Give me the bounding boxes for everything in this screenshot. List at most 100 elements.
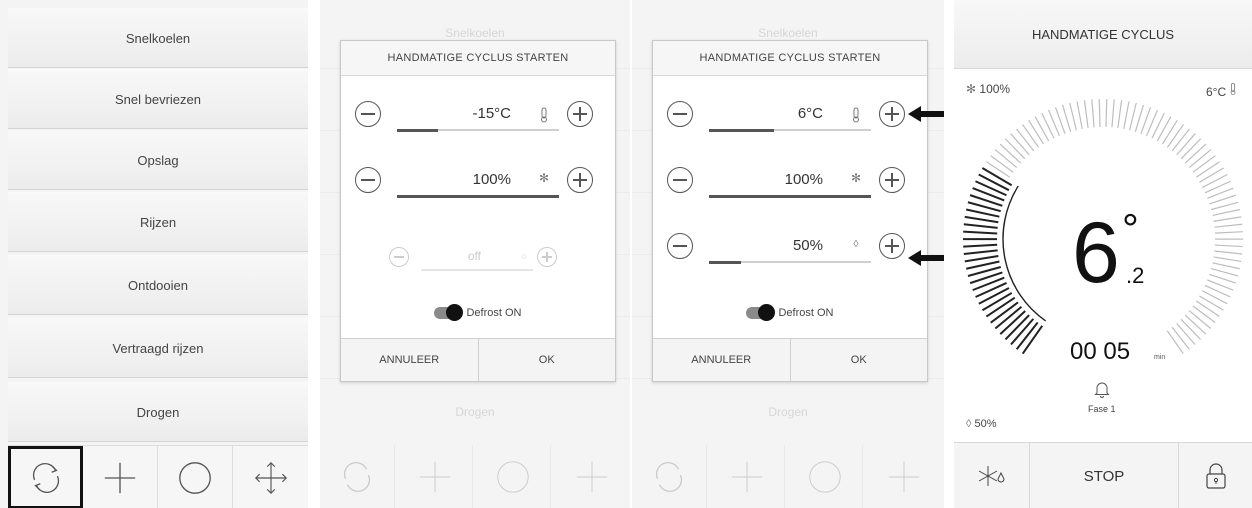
gauge-tick bbox=[1176, 133, 1196, 156]
plus-button[interactable] bbox=[83, 446, 158, 508]
increase-temperature-button[interactable] bbox=[567, 101, 593, 127]
gauge-tick bbox=[975, 180, 1007, 197]
minus-icon bbox=[673, 113, 687, 115]
cancel-button[interactable]: ANNULEER bbox=[653, 339, 790, 381]
gauge-tick bbox=[1166, 124, 1185, 148]
circle-icon bbox=[179, 461, 211, 494]
fan-value: 100% bbox=[472, 171, 511, 188]
temperature-slider[interactable] bbox=[397, 128, 559, 132]
gauge-tick bbox=[985, 161, 1010, 178]
gauge-tick bbox=[1210, 268, 1239, 277]
defrost-toggle[interactable] bbox=[434, 304, 464, 321]
gauge-tick bbox=[1195, 300, 1220, 318]
gauge-tick bbox=[1171, 128, 1190, 152]
gauge-tick bbox=[1214, 244, 1243, 248]
gauge-tick bbox=[1192, 155, 1216, 173]
defrost-toggle-row[interactable]: Defrost ON bbox=[341, 303, 615, 323]
gauge-tick bbox=[963, 223, 998, 229]
page-title: HANDMATIGE CYCLUS bbox=[954, 0, 1252, 69]
move-button[interactable] bbox=[233, 446, 308, 508]
pointer-arrow-icon bbox=[908, 250, 944, 266]
gauge-tick bbox=[1041, 112, 1055, 139]
ok-button[interactable]: OK bbox=[477, 339, 616, 381]
menu-item-rijzen[interactable]: Rijzen bbox=[8, 192, 308, 252]
bg-menu-item: Drogen bbox=[768, 405, 808, 419]
gauge-tick bbox=[963, 249, 998, 256]
gauge-tick bbox=[1188, 310, 1212, 329]
gauge-tick bbox=[965, 260, 1000, 270]
decrease-fan-button[interactable] bbox=[667, 167, 693, 193]
circle-icon bbox=[809, 460, 841, 493]
gauge-tick bbox=[1161, 120, 1178, 145]
temperature-level bbox=[397, 128, 438, 132]
bg-menu-item: Drogen bbox=[455, 405, 495, 419]
humidity-slider[interactable] bbox=[709, 260, 871, 264]
defrost-toggle[interactable] bbox=[746, 304, 776, 321]
bell-icon bbox=[1094, 382, 1110, 398]
plus-icon bbox=[104, 462, 136, 493]
fan-slider[interactable] bbox=[397, 194, 559, 198]
cancel-button[interactable]: ANNULEER bbox=[341, 339, 478, 381]
gauge-tick bbox=[1021, 124, 1040, 148]
menu-item-ontdooien[interactable]: Ontdooien bbox=[8, 255, 308, 315]
decrease-temperature-button[interactable] bbox=[355, 101, 381, 127]
gauge-tick bbox=[1105, 99, 1108, 128]
gauge-tick bbox=[1180, 318, 1201, 340]
defrost-label: Defrost ON bbox=[778, 307, 834, 319]
degree-symbol: ° bbox=[1122, 205, 1139, 252]
defrost-button[interactable] bbox=[954, 443, 1030, 508]
defrost-label: Defrost ON bbox=[466, 307, 522, 319]
circle-button[interactable] bbox=[158, 446, 233, 508]
gauge-tick bbox=[1016, 128, 1035, 152]
minus-icon bbox=[673, 245, 687, 247]
gauge-tick bbox=[1210, 201, 1239, 211]
gauge-tick bbox=[1117, 100, 1123, 129]
humidity-row: 50% ◊ bbox=[653, 227, 927, 277]
temperature-value: -15°C bbox=[472, 105, 511, 122]
increase-fan-button[interactable] bbox=[879, 167, 905, 193]
humidity-row: off ○ bbox=[341, 239, 615, 289]
defrost-toggle-row[interactable]: Defrost ON bbox=[653, 303, 927, 323]
gauge-tick bbox=[1184, 143, 1207, 164]
cycle-button[interactable] bbox=[8, 446, 83, 508]
drop-icon: ○ bbox=[521, 251, 527, 261]
increase-fan-button[interactable] bbox=[567, 167, 593, 193]
gauge-tick bbox=[1111, 99, 1115, 128]
gauge-tick bbox=[1156, 116, 1172, 142]
increase-temperature-button[interactable] bbox=[879, 101, 905, 127]
gauge-tick bbox=[964, 254, 999, 263]
gauge-tick bbox=[1202, 290, 1228, 305]
lock-button[interactable] bbox=[1178, 443, 1252, 508]
gauge-tick bbox=[972, 187, 1005, 202]
manual-cycle-dialog: HANDMATIGE CYCLUS STARTEN -15°C 100% ✻ o… bbox=[340, 40, 616, 382]
dialog-footer: ANNULEER OK bbox=[653, 338, 927, 381]
decrease-humidity-button[interactable] bbox=[667, 233, 693, 259]
decrease-fan-button[interactable] bbox=[355, 167, 381, 193]
drop-icon: ◊ bbox=[966, 418, 972, 430]
decrease-temperature-button[interactable] bbox=[667, 101, 693, 127]
menu-item-snelkoelen[interactable]: Snelkoelen bbox=[8, 8, 308, 68]
manual-cycle-dialog-panel-b: Snelkoelen Drogen HANDMATIGE CYCLUS STAR… bbox=[632, 0, 944, 508]
menu-item-snel-bevriezen[interactable]: Snel bevriezen bbox=[8, 69, 308, 129]
stop-button[interactable]: STOP bbox=[1030, 443, 1178, 508]
temperature-slider[interactable] bbox=[709, 128, 871, 132]
menu-item-drogen[interactable]: Drogen bbox=[8, 382, 308, 442]
ok-button[interactable]: OK bbox=[789, 339, 928, 381]
gauge-tick bbox=[1214, 250, 1243, 255]
menu-item-opslag[interactable]: Opslag bbox=[8, 130, 308, 190]
menu-item-vertraagd-rijzen[interactable]: Vertraagd rijzen bbox=[8, 318, 308, 378]
increase-humidity-button[interactable] bbox=[879, 233, 905, 259]
gauge-tick bbox=[1123, 101, 1130, 130]
gauge-tick bbox=[964, 215, 999, 224]
gauge-tick bbox=[1151, 112, 1165, 139]
drop-icon: ◊ bbox=[853, 239, 859, 250]
timer-unit: min bbox=[1154, 354, 1166, 361]
gauge-tick bbox=[1202, 173, 1228, 188]
manual-cycle-dialog: HANDMATIGE CYCLUS STARTEN 6°C 100% ✻ 50%… bbox=[652, 40, 928, 382]
gauge-tick bbox=[1214, 223, 1243, 228]
move-arrows-icon bbox=[576, 461, 607, 492]
thermometer-icon bbox=[849, 107, 863, 126]
current-temperature-integer: 6 bbox=[1072, 205, 1120, 301]
gauge-tick bbox=[978, 173, 1010, 192]
fan-slider[interactable] bbox=[709, 194, 871, 198]
